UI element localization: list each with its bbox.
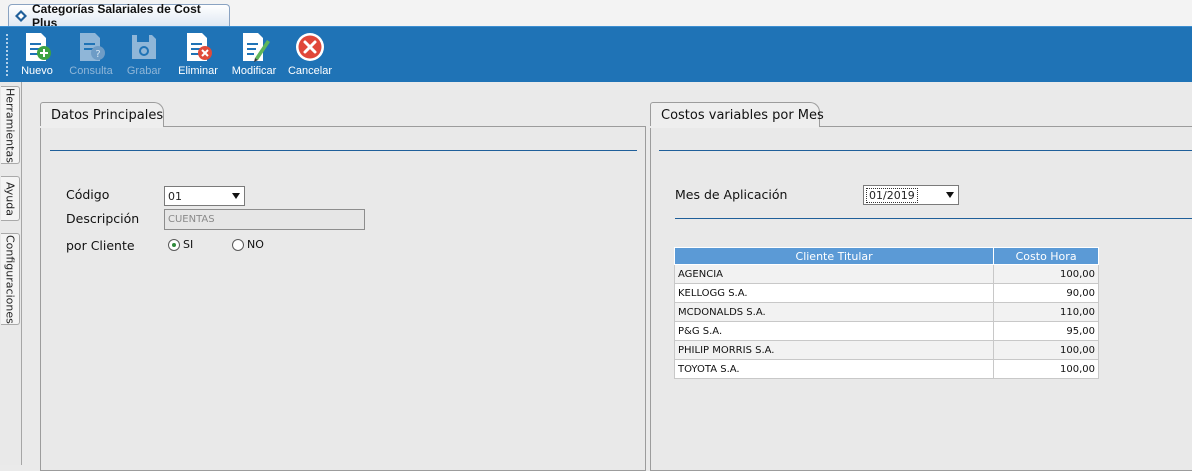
codigo-label: Código xyxy=(66,187,110,202)
radio-no[interactable]: NO xyxy=(232,238,264,251)
datos-principales-panel xyxy=(40,126,646,471)
table-row[interactable]: PHILIP MORRIS S.A. 100,00 xyxy=(673,340,1099,360)
table-row[interactable]: TOYOTA S.A. 100,00 xyxy=(673,359,1099,379)
table-row[interactable]: KELLOGG S.A. 90,00 xyxy=(673,283,1099,303)
document-query-icon: ? xyxy=(75,31,107,63)
radio-no-label: NO xyxy=(247,238,264,251)
nuevo-button[interactable]: Nuevo xyxy=(18,31,56,81)
consulta-label: Consulta xyxy=(69,65,113,77)
radio-si[interactable]: SI xyxy=(168,238,193,251)
eliminar-label: Eliminar xyxy=(178,65,218,77)
por-cliente-label: por Cliente xyxy=(66,238,135,253)
tab-join xyxy=(650,126,819,128)
consulta-button[interactable]: ? Consulta xyxy=(66,31,116,81)
cancel-circle-icon xyxy=(294,31,326,63)
side-tab-label: Ayuda xyxy=(3,181,17,216)
cell-costo[interactable]: 95,00 xyxy=(993,321,1099,341)
cell-cliente[interactable]: TOYOTA S.A. xyxy=(673,359,995,379)
tab-costos-variables[interactable]: Costos variables por Mes xyxy=(650,102,824,127)
side-tab-configuraciones[interactable]: Configuraciones xyxy=(1,233,20,325)
svg-text:?: ? xyxy=(95,49,100,60)
document-delete-icon xyxy=(182,31,214,63)
side-tab-label: Herramientas xyxy=(3,87,17,163)
modificar-label: Modificar xyxy=(231,65,277,77)
table-row[interactable]: AGENCIA 100,00 xyxy=(673,264,1099,284)
diamond-icon xyxy=(15,9,27,22)
tab-datos-principales[interactable]: Datos Principales xyxy=(40,102,164,127)
side-tab-ayuda[interactable]: Ayuda xyxy=(1,176,20,221)
modificar-button[interactable]: Modificar xyxy=(228,31,280,81)
tab-costos-variables-label: Costos variables por Mes xyxy=(661,108,824,123)
datos-separator xyxy=(50,150,637,151)
toolbar-grip[interactable] xyxy=(6,33,8,77)
descripcion-label: Descripción xyxy=(66,211,140,226)
codigo-value: 01 xyxy=(168,189,182,203)
document-add-icon xyxy=(21,31,53,63)
grid-header-row: Cliente Titular Costo Hora xyxy=(673,247,1099,265)
cell-costo[interactable]: 110,00 xyxy=(993,302,1099,322)
mes-separator xyxy=(675,218,1192,219)
radio-no-button[interactable] xyxy=(232,238,244,251)
radio-si-label: SI xyxy=(183,238,194,251)
cell-cliente[interactable]: PHILIP MORRIS S.A. xyxy=(673,340,995,360)
cell-cliente[interactable]: AGENCIA xyxy=(673,264,995,284)
mes-aplicacion-label: Mes de Aplicación xyxy=(675,187,788,202)
side-tab-herramientas[interactable]: Herramientas xyxy=(1,86,20,164)
mes-aplicacion-value: 01/2019 xyxy=(866,187,918,203)
table-row[interactable]: P&G S.A. 95,00 xyxy=(673,321,1099,341)
radio-si-button[interactable] xyxy=(168,238,180,251)
cell-cliente[interactable]: MCDONALDS S.A. xyxy=(673,302,995,322)
chevron-down-icon[interactable] xyxy=(946,192,954,198)
col-costo-hora[interactable]: Costo Hora xyxy=(993,247,1099,265)
cancelar-button[interactable]: Cancelar xyxy=(286,31,334,81)
side-tab-label: Configuraciones xyxy=(3,234,17,324)
cell-cliente[interactable]: KELLOGG S.A. xyxy=(673,283,995,303)
tab-join xyxy=(40,126,163,128)
cancelar-label: Cancelar xyxy=(287,65,333,77)
cell-cliente[interactable]: P&G S.A. xyxy=(673,321,995,341)
nuevo-label: Nuevo xyxy=(21,65,53,77)
grabar-label: Grabar xyxy=(126,65,162,77)
document-edit-icon xyxy=(238,31,270,63)
eliminar-button[interactable]: Eliminar xyxy=(176,31,220,81)
descripcion-value: CUENTAS xyxy=(168,214,215,225)
side-tab-bar: Herramientas Ayuda Configuraciones xyxy=(0,82,22,465)
cell-costo[interactable]: 100,00 xyxy=(993,359,1099,379)
mes-aplicacion-combo[interactable]: 01/2019 xyxy=(863,185,959,205)
save-disk-icon xyxy=(128,31,160,63)
descripcion-field[interactable]: CUENTAS xyxy=(164,209,365,230)
costos-separator xyxy=(659,150,1192,151)
document-tab[interactable]: Categorías Salariales de Cost Plus xyxy=(8,2,230,30)
cell-costo[interactable]: 90,00 xyxy=(993,283,1099,303)
grabar-button[interactable]: Grabar xyxy=(122,31,166,81)
table-row[interactable]: MCDONALDS S.A. 110,00 xyxy=(673,302,1099,322)
cell-costo[interactable]: 100,00 xyxy=(993,264,1099,284)
toolbar: Nuevo ? Consulta Grabar Eliminar Modific… xyxy=(0,26,1192,82)
cell-costo[interactable]: 100,00 xyxy=(993,340,1099,360)
costos-grid[interactable]: Cliente Titular Costo Hora AGENCIA 100,0… xyxy=(673,247,1099,379)
document-tab-strip: Categorías Salariales de Cost Plus xyxy=(0,0,1192,30)
tab-datos-principales-label: Datos Principales xyxy=(51,108,164,123)
chevron-down-icon[interactable] xyxy=(232,193,240,199)
col-cliente-titular[interactable]: Cliente Titular xyxy=(673,247,995,265)
codigo-combo[interactable]: 01 xyxy=(164,186,245,206)
